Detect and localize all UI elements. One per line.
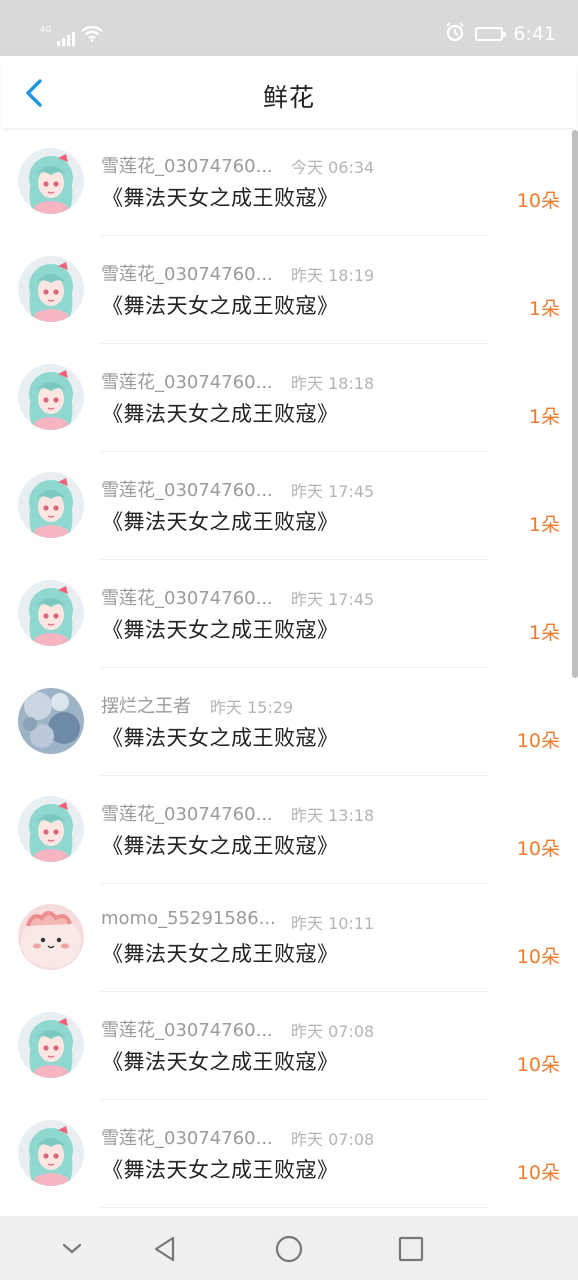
status-bar: 4G 6:41 xyxy=(0,0,578,56)
flower-amount: 1朵 xyxy=(528,514,560,536)
book-title: 《舞法天女之成王败寇》 xyxy=(102,402,339,426)
avatar[interactable] xyxy=(18,688,84,754)
recents-square-icon xyxy=(398,1236,424,1262)
list-item[interactable]: 雪莲花_03074760... 昨天 07:08 《舞法天女之成王败寇》 10朵 xyxy=(0,992,578,1100)
gift-time: 昨天 07:08 xyxy=(291,1022,375,1041)
alarm-icon xyxy=(445,21,465,47)
recents-nav-button[interactable] xyxy=(394,1232,428,1266)
gift-time: 昨天 15:29 xyxy=(210,698,294,717)
status-right: 6:41 xyxy=(445,21,556,47)
flower-amount: 10朵 xyxy=(516,190,560,212)
avatar[interactable] xyxy=(18,580,84,646)
list-item[interactable]: 摆烂之王者 昨天 15:29 《舞法天女之成王败寇》 10朵 xyxy=(0,668,578,776)
list-item[interactable]: momo_55291586... 昨天 10:11 《舞法天女之成王败寇》 10朵 xyxy=(0,884,578,992)
flower-amount: 10朵 xyxy=(516,730,560,752)
system-nav-bar xyxy=(0,1216,578,1280)
flower-amount: 1朵 xyxy=(528,622,560,644)
book-title: 《舞法天女之成王败寇》 xyxy=(102,1050,339,1074)
flower-amount: 10朵 xyxy=(516,946,560,968)
back-nav-button[interactable] xyxy=(148,1232,182,1266)
sender-name: 雪莲花_03074760... xyxy=(101,480,273,501)
flower-amount: 10朵 xyxy=(516,1162,560,1184)
battery-icon xyxy=(475,27,507,41)
avatar[interactable] xyxy=(18,148,84,214)
sender-name: 雪莲花_03074760... xyxy=(101,1020,273,1041)
gift-time: 昨天 13:18 xyxy=(291,806,375,825)
book-title: 《舞法天女之成王败寇》 xyxy=(102,510,339,534)
list-item[interactable]: 雪莲花_03074760... 昨天 18:19 《舞法天女之成王败寇》 1朵 xyxy=(0,236,578,344)
sender-name: 雪莲花_03074760... xyxy=(101,1128,273,1149)
avatar[interactable] xyxy=(18,904,84,970)
gift-time: 昨天 17:45 xyxy=(291,482,375,501)
flower-amount: 10朵 xyxy=(516,1054,560,1076)
status-left: 4G xyxy=(40,22,104,46)
row-divider xyxy=(101,1207,488,1208)
list-item[interactable]: 雪莲花_03074760... 昨天 18:18 《舞法天女之成王败寇》 1朵 xyxy=(0,344,578,452)
flower-amount: 10朵 xyxy=(516,838,560,860)
avatar[interactable] xyxy=(18,256,84,322)
wifi-icon xyxy=(81,25,104,46)
sender-name: momo_55291586... xyxy=(101,908,276,929)
sender-name: 雪莲花_03074760... xyxy=(101,264,273,285)
gift-time: 今天 06:34 xyxy=(291,158,375,177)
list-item[interactable]: 雪莲花_03074760... 昨天 17:45 《舞法天女之成王败寇》 1朵 xyxy=(0,452,578,560)
flower-amount: 1朵 xyxy=(528,298,560,320)
book-title: 《舞法天女之成王败寇》 xyxy=(102,294,339,318)
book-title: 《舞法天女之成王败寇》 xyxy=(102,1158,339,1182)
page-title: 鲜花 xyxy=(262,83,315,112)
gift-time: 昨天 18:18 xyxy=(291,374,375,393)
status-time: 6:41 xyxy=(513,23,556,45)
book-title: 《舞法天女之成王败寇》 xyxy=(102,834,339,858)
app-header: 鲜花 xyxy=(2,56,576,128)
book-title: 《舞法天女之成王败寇》 xyxy=(102,726,339,750)
sender-name: 雪莲花_03074760... xyxy=(101,804,273,825)
gift-time: 昨天 17:45 xyxy=(291,590,375,609)
book-title: 《舞法天女之成王败寇》 xyxy=(102,942,339,966)
collapse-icon xyxy=(62,1243,82,1254)
list-item[interactable]: 雪莲花_03074760... 昨天 17:45 《舞法天女之成王败寇》 1朵 xyxy=(0,560,578,668)
flower-gift-list[interactable]: 雪莲花_03074760... 今天 06:34 《舞法天女之成王败寇》 10朵 雪莲花… xyxy=(0,128,578,1216)
scrollbar[interactable] xyxy=(572,130,578,678)
network-type: 4G xyxy=(40,25,52,34)
collapse-button[interactable] xyxy=(55,1232,89,1266)
home-nav-button[interactable] xyxy=(272,1232,306,1266)
sender-name: 雪莲花_03074760... xyxy=(101,588,273,609)
sender-name: 雪莲花_03074760... xyxy=(101,372,273,393)
gift-time: 昨天 07:08 xyxy=(291,1130,375,1149)
gift-time: 昨天 18:19 xyxy=(291,266,375,285)
avatar[interactable] xyxy=(18,796,84,862)
avatar[interactable] xyxy=(18,1120,84,1186)
avatar[interactable] xyxy=(18,472,84,538)
list-item[interactable]: 雪莲花_03074760... 今天 06:34 《舞法天女之成王败寇》 10朵 xyxy=(0,128,578,236)
gift-time: 昨天 10:11 xyxy=(291,914,375,933)
signal-icon xyxy=(57,30,76,46)
list-item[interactable]: 雪莲花_03074760... 昨天 13:18 《舞法天女之成王败寇》 10朵 xyxy=(0,776,578,884)
avatar[interactable] xyxy=(18,364,84,430)
avatar[interactable] xyxy=(18,1012,84,1078)
sender-name: 雪莲花_03074760... xyxy=(101,156,273,177)
home-circle-icon xyxy=(275,1235,303,1263)
list-item[interactable]: 雪莲花_03074760... 昨天 07:08 《舞法天女之成王败寇》 10朵 xyxy=(0,1100,578,1208)
book-title: 《舞法天女之成王败寇》 xyxy=(102,618,339,642)
book-title: 《舞法天女之成王败寇》 xyxy=(102,186,339,210)
back-triangle-icon xyxy=(154,1236,175,1262)
flower-amount: 1朵 xyxy=(528,406,560,428)
sender-name: 摆烂之王者 xyxy=(101,696,191,717)
